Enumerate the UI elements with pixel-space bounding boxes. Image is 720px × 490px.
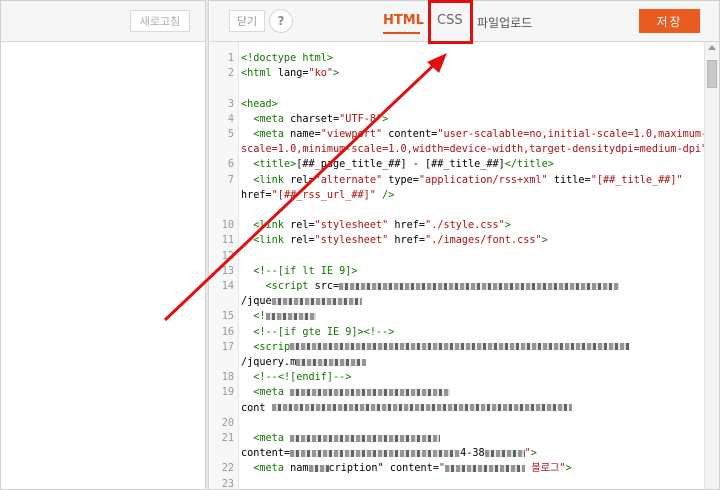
line-number: 21 <box>221 433 234 444</box>
code-text[interactable]: <link rel="alternate" type="application/… <box>241 173 682 188</box>
code-line[interactable]: 6 <title>[##_page_title_##] - [##_title_… <box>210 157 705 172</box>
code-text[interactable]: <!--<![endif]--> <box>241 370 351 385</box>
code-text[interactable]: <meta name="viewport" content="user-scal… <box>241 127 707 142</box>
code-text[interactable]: <script src= <box>241 279 620 294</box>
code-line[interactable]: 7 <link rel="alternate" type="applicatio… <box>210 173 705 188</box>
code-line[interactable]: 21 <meta <box>210 431 705 446</box>
code-text[interactable]: <head> <box>241 97 278 112</box>
css-tab-highlight-box <box>428 0 473 44</box>
code-line[interactable]: 11 <link rel="stylesheet" href="./images… <box>210 233 705 248</box>
scroll-thumb[interactable] <box>707 60 717 88</box>
code-text[interactable]: <! <box>241 309 316 324</box>
code-line[interactable]: 14 <script src= <box>210 279 705 294</box>
line-number: 23 <box>221 478 234 489</box>
code-text[interactable]: <scrip <box>241 340 631 355</box>
code-text[interactable]: <meta charset="UTF-8"> <box>241 112 388 127</box>
code-text[interactable]: <link rel="stylesheet" href="./style.css… <box>241 218 511 233</box>
line-number: 22 <box>221 463 234 475</box>
code-line[interactable]: 2 <html lang="ko"> <box>210 66 705 81</box>
line-number: 10 <box>221 220 234 232</box>
code-line[interactable]: 4 <meta charset="UTF-8"> <box>210 112 705 127</box>
code-text[interactable]: <!--[if lt IE 9]> <box>241 264 357 279</box>
tab-html-active-indicator <box>383 32 420 34</box>
code-text[interactable]: <!doctype html> <box>241 51 333 66</box>
code-line[interactable] <box>210 81 705 96</box>
line-number: 5 <box>227 129 234 140</box>
code-line[interactable]: /jque <box>210 294 705 309</box>
code-line[interactable]: content= 4-38 "> <box>210 446 705 461</box>
code-line[interactable]: 15 <! <box>210 309 705 324</box>
line-number: 20 <box>221 417 234 429</box>
code-line[interactable]: 12 <box>210 249 705 264</box>
code-line[interactable]: 10 <link rel="stylesheet" href="./style.… <box>210 218 705 233</box>
code-line[interactable]: 5 <meta name="viewport" content="user-sc… <box>210 127 707 142</box>
tab-html[interactable]: HTML <box>383 13 424 28</box>
vertical-scrollbar[interactable] <box>704 42 719 489</box>
line-number: 19 <box>221 387 234 399</box>
line-number: 3 <box>227 98 234 110</box>
code-editor[interactable]: 1 <!doctype html> 2 <html lang="ko"> 3 <head>… <box>210 42 719 489</box>
code-line[interactable]: 13 <!--[if lt IE 9]> <box>210 264 705 279</box>
code-text[interactable]: content= 4-38 "> <box>241 446 537 461</box>
tab-file-upload[interactable]: 파일업로드 <box>477 14 532 31</box>
panel-divider[interactable] <box>205 0 209 490</box>
preview-toolbar: 새로고침 <box>1 1 205 42</box>
code-line[interactable]: scale=1.0,minimum-scale=1.0,width=device… <box>210 142 713 157</box>
code-text[interactable]: <meta <box>241 385 451 400</box>
save-button[interactable]: 저장 <box>639 9 700 33</box>
code-line[interactable]: 22 <meta nam cription" content=" 블로그"> <box>210 461 705 476</box>
line-number: 7 <box>227 174 234 186</box>
line-number: 2 <box>227 68 234 80</box>
code-line[interactable]: 23 <box>210 477 705 489</box>
code-line[interactable]: 20 <box>210 416 705 431</box>
code-line[interactable]: 19 <meta <box>210 385 705 400</box>
help-icon[interactable]: ? <box>269 9 293 33</box>
code-text[interactable]: href="[##_rss_url_##]" /> <box>241 188 394 203</box>
code-text[interactable]: scale=1.0,minimum-scale=1.0,width=device… <box>241 142 713 157</box>
code-text[interactable]: /jquery.m <box>241 355 367 370</box>
line-number: 12 <box>221 250 234 262</box>
close-button[interactable]: 닫기 <box>229 10 265 32</box>
line-number: 4 <box>227 113 234 125</box>
code-text[interactable]: <html lang="ko"> <box>241 66 339 81</box>
line-number: 1 <box>227 53 234 64</box>
code-line[interactable]: 1 <!doctype html> <box>210 51 705 66</box>
code-text[interactable]: /jque <box>241 294 362 309</box>
code-line[interactable]: /jquery.m <box>210 355 705 370</box>
code-line[interactable] <box>210 203 705 218</box>
line-number: 17 <box>221 341 234 353</box>
code-text[interactable]: <!--[if gte IE 9]><!--> <box>241 325 394 340</box>
line-number: 16 <box>221 326 234 338</box>
line-number: 6 <box>227 159 234 171</box>
line-number: 18 <box>221 372 234 384</box>
refresh-button[interactable]: 새로고침 <box>130 10 190 32</box>
code-line[interactable]: href="[##_rss_url_##]" /> <box>210 188 705 203</box>
code-text[interactable]: <title>[##_page_title_##] - [##_title_##… <box>241 157 554 172</box>
scroll-up-icon[interactable] <box>708 45 716 50</box>
code-line[interactable]: 16 <!--[if gte IE 9]><!--> <box>210 325 705 340</box>
code-line[interactable]: cont <box>210 401 705 416</box>
line-number: 14 <box>221 281 234 292</box>
line-number: 11 <box>221 235 234 247</box>
code-text[interactable]: <link rel="stylesheet" href="./images/fo… <box>241 233 547 248</box>
code-text[interactable]: <meta <box>241 431 441 446</box>
code-line[interactable]: 3 <head> <box>210 97 705 112</box>
code-line[interactable]: 17 <scrip <box>210 340 705 355</box>
line-number: 13 <box>221 265 234 277</box>
code-text[interactable]: <meta nam cription" content=" 블로그"> <box>241 461 571 476</box>
code-line[interactable]: 18 <!--<![endif]--> <box>210 370 705 385</box>
line-number: 15 <box>221 311 234 323</box>
preview-panel: 새로고침 <box>1 1 205 488</box>
code-text[interactable]: cont <box>241 401 572 416</box>
